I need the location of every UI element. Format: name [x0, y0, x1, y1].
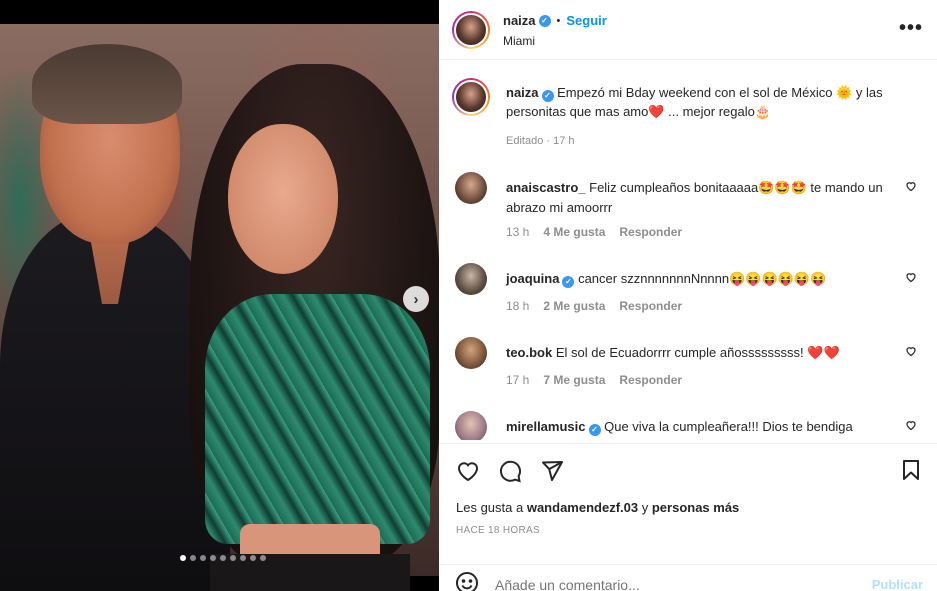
caption-username[interactable]: naiza	[506, 85, 539, 100]
likes-user[interactable]: wandamendezf.03	[527, 500, 638, 515]
caption-avatar[interactable]	[452, 78, 490, 116]
comment-body: cancer szznnnnnnnNnnnn😝😝😝😝😝😝	[578, 271, 827, 286]
photo-woman-top	[205, 294, 430, 544]
comment-avatar[interactable]	[455, 172, 487, 204]
chevron-right-icon: ›	[413, 290, 419, 308]
verified-badge-icon: ✓	[541, 89, 554, 102]
comment-time: 18 h	[506, 299, 530, 313]
carousel-dot	[250, 555, 256, 561]
comment-meta: 17 h 7 Me gusta Responder	[506, 373, 682, 387]
reply-button[interactable]: Responder	[619, 299, 682, 313]
follow-button[interactable]: Seguir	[566, 13, 606, 28]
carousel-dot	[210, 555, 216, 561]
heart-icon	[906, 347, 916, 357]
verified-badge-icon: ✓	[562, 276, 575, 288]
comment-avatar[interactable]	[455, 337, 487, 369]
next-slide-button[interactable]: ›	[403, 286, 429, 312]
action-icons	[455, 458, 565, 484]
heart-icon	[906, 182, 916, 192]
comment-username[interactable]: joaquina	[506, 271, 559, 286]
verified-badge-icon: ✓	[588, 424, 601, 436]
more-options-button[interactable]: •••	[899, 17, 923, 40]
heart-icon	[458, 462, 478, 482]
comment-username[interactable]: mirellamusic	[506, 419, 586, 434]
avatar-image	[454, 80, 488, 114]
like-button[interactable]	[455, 458, 481, 484]
publish-button[interactable]: Publicar	[872, 577, 923, 591]
emoji-button[interactable]	[455, 571, 479, 591]
post-photo-area: ›	[0, 0, 439, 591]
likes-summary[interactable]: Les gusta a wandamendezf.03 y personas m…	[456, 500, 739, 515]
comment-text: mirellamusic ✓ Que viva la cumpleañera!!!…	[506, 417, 906, 440]
avatar-image	[454, 13, 488, 47]
post-location[interactable]: Miami	[503, 34, 535, 48]
like-comment-button[interactable]	[905, 345, 917, 360]
save-button[interactable]	[899, 458, 923, 485]
reply-button[interactable]: Responder	[619, 373, 682, 387]
carousel-dots	[180, 555, 266, 561]
smile-icon	[456, 572, 478, 591]
comment-text: teo.bok El sol de Ecuadorrrr cumple años…	[506, 343, 906, 363]
heart-icon	[906, 421, 916, 431]
instagram-post-viewer: › naiza ✓ • Seguir Miami ••• naiza ✓ Emp…	[0, 0, 937, 591]
caption-edited-time: Editado · 17 h	[506, 135, 575, 147]
likes-others[interactable]: personas más	[652, 500, 739, 515]
comment-text: joaquina ✓ cancer szznnnnnnnNnnnn😝😝😝😝😝😝	[506, 269, 906, 289]
header-separator: •	[556, 14, 561, 27]
like-comment-button[interactable]	[905, 419, 917, 434]
share-button[interactable]	[539, 458, 565, 484]
heart-icon	[906, 273, 916, 283]
author-avatar[interactable]	[452, 11, 490, 49]
post-photo[interactable]	[0, 24, 439, 591]
comment-bubble-icon	[500, 460, 521, 483]
author-username[interactable]: naiza	[503, 13, 536, 28]
carousel-dot	[180, 555, 186, 561]
carousel-dot	[200, 555, 206, 561]
comment-username[interactable]: anaiscastro_	[506, 180, 586, 195]
carousel-dot	[220, 555, 226, 561]
comment-meta: 13 h 4 Me gusta Responder	[506, 225, 682, 239]
author-line: naiza ✓ • Seguir	[503, 13, 607, 28]
bookmark-icon	[903, 460, 919, 480]
carousel-dot	[230, 555, 236, 561]
reply-button[interactable]: Responder	[619, 225, 682, 239]
likes-middle: y	[641, 500, 649, 515]
comment-likes[interactable]: 4 Me gusta	[543, 225, 605, 239]
photo-woman-face	[228, 124, 338, 274]
comment-text: anaiscastro_ Feliz cumpleaños bonitaaaaa…	[506, 178, 906, 218]
post-timestamp[interactable]: HACE 18 HORAS	[456, 525, 540, 536]
like-comment-button[interactable]	[905, 271, 917, 286]
carousel-dot	[240, 555, 246, 561]
likes-prefix: Les gusta a	[456, 500, 524, 515]
post-header: naiza ✓ • Seguir Miami •••	[439, 0, 937, 60]
comment-meta: 18 h 2 Me gusta Responder	[506, 299, 682, 313]
caption-body: Empezó mi Bday weekend con el sol de Méx…	[506, 85, 883, 119]
comment-button[interactable]	[497, 458, 523, 484]
comment-likes[interactable]: 2 Me gusta	[543, 299, 605, 313]
comment-avatar[interactable]	[455, 411, 487, 440]
comments-list[interactable]: anaiscastro_ Feliz cumpleaños bonitaaaaa…	[439, 160, 937, 440]
carousel-dot	[190, 555, 196, 561]
comment-likes[interactable]: 7 Me gusta	[543, 373, 605, 387]
comment-body: El sol de Ecuadorrrr cumple añosssssssss…	[555, 345, 840, 360]
post-side-panel: naiza ✓ • Seguir Miami ••• naiza ✓ Empezó…	[439, 0, 937, 591]
verified-badge-icon: ✓	[538, 14, 551, 27]
post-actions: Les gusta a wandamendezf.03 y personas m…	[439, 443, 937, 591]
like-comment-button[interactable]	[905, 180, 917, 195]
add-comment-bar: Publicar	[439, 564, 937, 591]
comment-time: 13 h	[506, 225, 530, 239]
send-icon	[542, 461, 563, 481]
photo-man-hair	[32, 44, 182, 124]
comment-username[interactable]: teo.bok	[506, 345, 552, 360]
comment-time: 17 h	[506, 373, 530, 387]
comment-avatar[interactable]	[455, 263, 487, 295]
caption-text: naiza ✓ Empezó mi Bday weekend con el sol…	[506, 83, 916, 121]
comment-input[interactable]	[495, 577, 855, 591]
carousel-dot	[260, 555, 266, 561]
